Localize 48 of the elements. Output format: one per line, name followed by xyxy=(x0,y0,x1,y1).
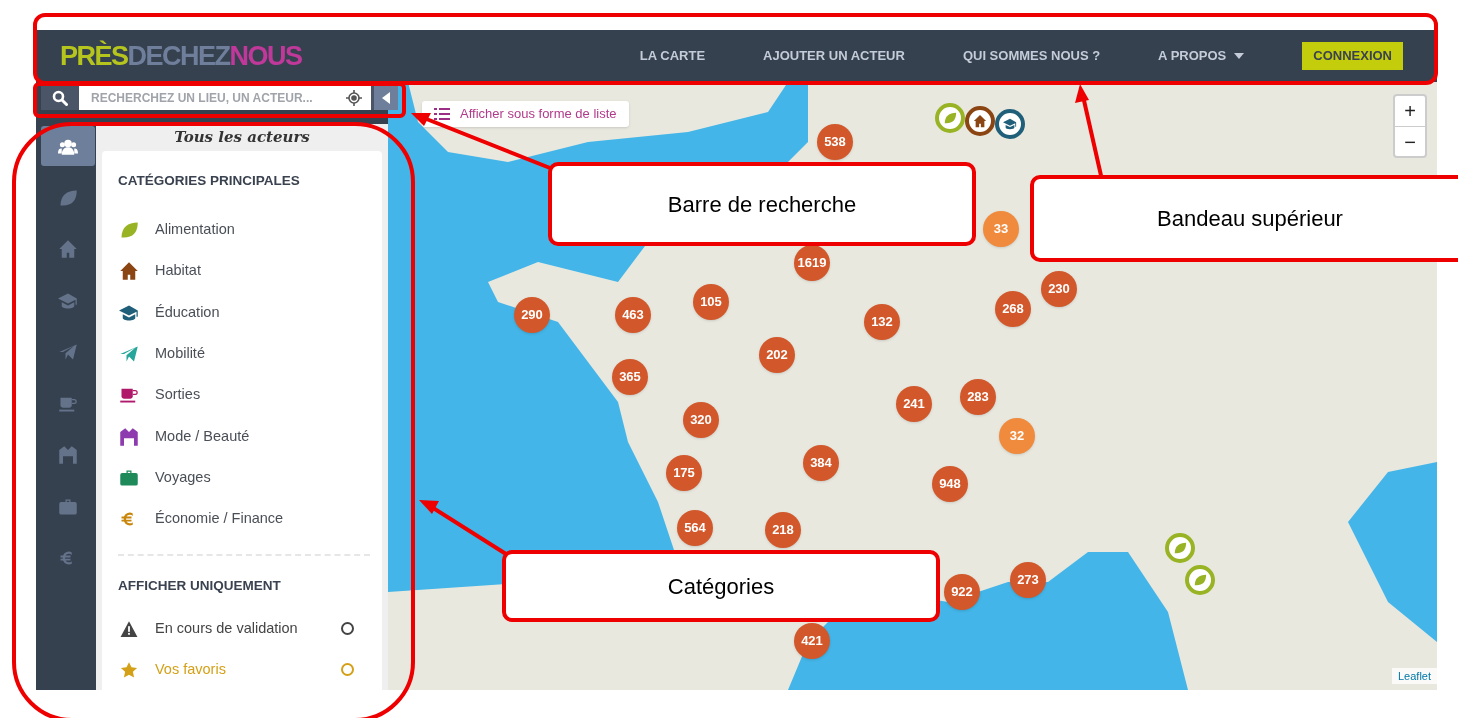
category-item[interactable]: Alimentation xyxy=(118,209,354,251)
cluster-marker[interactable]: 922 xyxy=(944,574,980,610)
radio-button[interactable] xyxy=(341,663,354,676)
category-item[interactable]: Habitat xyxy=(118,250,354,292)
login-button[interactable]: CONNEXION xyxy=(1302,42,1403,70)
category-tab[interactable] xyxy=(41,126,95,166)
category-item[interactable]: Économie / Finance xyxy=(118,498,354,540)
leaf-icon xyxy=(1193,573,1207,587)
caret-icon xyxy=(1234,53,1245,59)
category-item[interactable]: Éducation xyxy=(118,291,354,334)
paper-plane-icon xyxy=(58,342,78,362)
caret-icon xyxy=(382,92,390,104)
menu-dropdown[interactable]: A PROPOS xyxy=(1158,46,1245,66)
category-item[interactable]: Mode / Beauté xyxy=(118,415,354,458)
section-heading: CATÉGORIES PRINCIPALES xyxy=(118,172,301,191)
nav-link[interactable]: LA CARTE xyxy=(639,46,706,66)
cluster-marker[interactable]: 273 xyxy=(1010,562,1046,598)
nav-link[interactable]: AJOUTER UN ACTEUR xyxy=(763,46,905,66)
leaf-icon xyxy=(1173,541,1187,555)
house-icon xyxy=(973,114,987,128)
category-item[interactable]: Sorties xyxy=(118,374,354,416)
callout: Barre de recherche xyxy=(548,162,976,246)
shirt-icon xyxy=(58,445,78,465)
callout: Catégories xyxy=(502,550,940,622)
list-view-button[interactable]: Afficher sous forme de liste xyxy=(422,101,629,127)
zoom-in-button[interactable]: + xyxy=(1395,96,1425,126)
radio-button[interactable] xyxy=(341,622,354,635)
callout: Bandeau supérieur xyxy=(1030,175,1458,262)
house-icon xyxy=(58,239,78,259)
graduation-cap-icon xyxy=(1003,117,1017,131)
leaf-icon xyxy=(943,111,957,125)
section-heading: AFFICHER UNIQUEMENT xyxy=(118,576,282,595)
category-item[interactable]: Voyages xyxy=(118,457,354,499)
filter-option[interactable]: Vos favoris xyxy=(118,649,354,690)
filter-option[interactable]: En cours de validation xyxy=(118,608,354,649)
star-icon xyxy=(120,660,138,679)
site-logo[interactable]: PRÈSDECHEZNOUS xyxy=(60,42,302,70)
search-field[interactable]: RECHERCHEZ UN LIEU, UN ACTEUR... xyxy=(79,86,371,110)
category-item[interactable]: Mobilité xyxy=(118,333,354,375)
nav-link[interactable]: QUI SOMMES NOUS ? xyxy=(962,46,1101,66)
locate-icon[interactable] xyxy=(346,90,362,106)
search-icon[interactable] xyxy=(52,90,68,106)
collapse-button[interactable] xyxy=(374,86,398,110)
list-icon xyxy=(434,108,450,120)
cluster-marker[interactable]: 290 xyxy=(514,297,550,333)
zoom-out-button[interactable]: − xyxy=(1395,126,1425,156)
warning-icon xyxy=(120,619,138,638)
panel-title: Tous les acteurs xyxy=(174,127,310,149)
